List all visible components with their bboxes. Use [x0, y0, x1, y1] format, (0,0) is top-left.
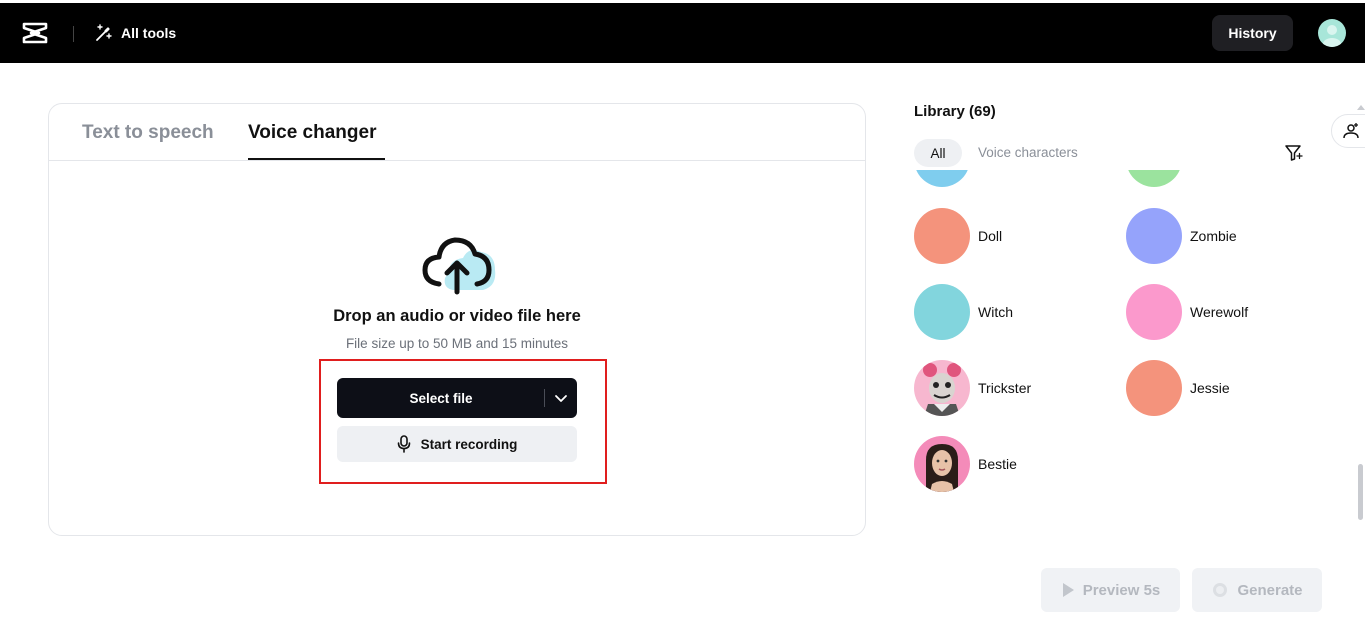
active-tab-indicator: [248, 158, 385, 160]
voice-item-doll[interactable]: Doll: [914, 208, 1114, 264]
voice-avatar: [914, 284, 970, 340]
tab-bar: Text to speech Voice changer: [49, 104, 865, 161]
voice-name: Doll: [978, 228, 1003, 244]
filter-all[interactable]: All: [914, 139, 962, 167]
user-avatar[interactable]: [1318, 19, 1346, 47]
side-float-button[interactable]: [1331, 114, 1365, 148]
voice-item-werewolf[interactable]: Werewolf: [1126, 284, 1326, 340]
library-title: Library (69): [914, 103, 996, 120]
person-add-icon: [1343, 123, 1359, 139]
voice-name: Zombie: [1190, 228, 1237, 244]
voice-name: Trickster: [978, 380, 1032, 396]
start-recording-button[interactable]: Start recording: [337, 426, 577, 462]
voice-avatar: [1126, 284, 1182, 340]
microphone-icon: [397, 435, 410, 453]
select-file-button[interactable]: Select file: [337, 378, 577, 418]
voice-item-zombie[interactable]: Zombie: [1126, 208, 1326, 264]
voice-item-trickster[interactable]: Trickster: [914, 360, 1114, 416]
voice-name: Witch: [978, 304, 1013, 320]
voice-avatar: [1126, 208, 1182, 264]
magic-wand-icon: [96, 24, 112, 41]
tab-voice-changer[interactable]: Voice changer: [248, 122, 376, 144]
voice-name: Werewolf: [1190, 304, 1249, 320]
voice-peek-right: [1126, 170, 1182, 187]
voice-name: Bestie: [978, 456, 1017, 472]
topbar-divider: [73, 26, 74, 42]
preview-button[interactable]: Preview 5s: [1041, 568, 1180, 612]
preview-label: Preview 5s: [1082, 581, 1161, 599]
tab-text-to-speech[interactable]: Text to speech: [82, 122, 214, 144]
woman-avatar-icon: [914, 436, 970, 492]
history-button[interactable]: History: [1212, 15, 1293, 51]
select-file-dropdown[interactable]: [549, 388, 573, 408]
voice-list: Doll Zombie Witch Werewolf Trickster Jes…: [914, 170, 1334, 510]
filter-voice-characters[interactable]: Voice characters: [978, 145, 1078, 160]
clown-avatar-icon: [914, 360, 970, 416]
all-tools-button[interactable]: All tools: [95, 22, 176, 44]
drop-subtitle: File size up to 50 MB and 15 minutes: [345, 336, 569, 351]
voice-item-jessie[interactable]: Jessie: [1126, 360, 1326, 416]
select-file-label: Select file: [409, 390, 473, 406]
select-file-separator: [544, 389, 545, 407]
scroll-up-arrow-icon[interactable]: [1357, 104, 1365, 110]
voice-name: Jessie: [1190, 380, 1230, 396]
voice-peek-left: [914, 170, 970, 187]
voice-avatar: [914, 208, 970, 264]
voice-avatar: [1126, 360, 1182, 416]
user-avatar-icon: [1323, 25, 1341, 47]
generate-label: Generate: [1237, 581, 1303, 599]
scrollbar-thumb[interactable]: [1358, 464, 1363, 520]
top-bar: All tools History: [0, 3, 1365, 63]
generate-spinner-icon: [1213, 583, 1228, 597]
voice-item-witch[interactable]: Witch: [914, 284, 1114, 340]
drop-title: Drop an audio or video file here: [333, 307, 581, 325]
generate-button[interactable]: Generate: [1192, 568, 1322, 612]
capcut-logo-icon[interactable]: [22, 21, 48, 45]
start-recording-label: Start recording: [420, 436, 518, 452]
all-tools-label: All tools: [121, 25, 177, 41]
chevron-down-icon: [555, 395, 567, 402]
play-icon: [1062, 583, 1074, 597]
voice-item-bestie[interactable]: Bestie: [914, 436, 1114, 492]
voice-tool-card: Text to speech Voice changer Drop an aud…: [48, 103, 866, 536]
cloud-upload-icon: [422, 237, 496, 295]
filter-icon[interactable]: [1284, 144, 1304, 162]
